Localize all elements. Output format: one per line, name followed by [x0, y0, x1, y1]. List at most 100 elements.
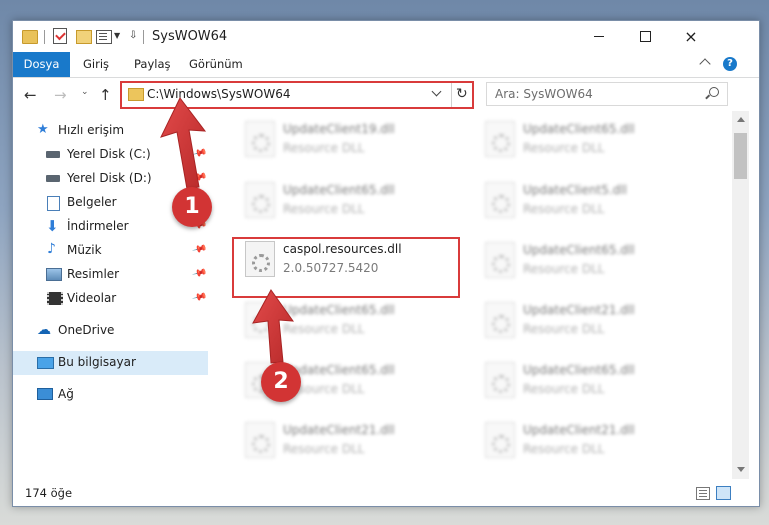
file-description: Resource DLL	[283, 202, 365, 216]
scroll-up-icon[interactable]	[737, 117, 745, 122]
dll-file-icon	[245, 302, 275, 338]
sidebar-item-label: OneDrive	[58, 323, 115, 337]
folder-icon	[22, 30, 38, 44]
chevron-down-icon[interactable]	[431, 86, 442, 97]
sidebar-item-label: Resimler	[67, 267, 120, 281]
file-description: Resource DLL	[283, 141, 365, 155]
dll-file-icon	[485, 121, 515, 157]
file-tile[interactable]: UpdateClient21.dll Resource DLL	[473, 414, 698, 466]
search-input[interactable]: Ara: SysWOW64	[486, 82, 728, 106]
tab-file[interactable]: Dosya	[13, 52, 70, 77]
tiles-view-icon[interactable]	[716, 486, 731, 500]
file-tile[interactable]: UpdateClient65.dll Resource DLL	[473, 234, 698, 286]
status-bar: 174 öğe	[13, 481, 759, 506]
pin-icon[interactable]: 📌	[191, 146, 207, 162]
properties-icon[interactable]	[53, 28, 67, 44]
tab-share[interactable]: Paylaş	[134, 52, 171, 77]
window-title: SysWOW64	[152, 29, 228, 44]
toolbar-divider	[143, 30, 144, 44]
sidebar-item-local-disk-d[interactable]: Yerel Disk (D:) 📌	[13, 167, 208, 191]
pin-icon[interactable]: 📌	[191, 170, 207, 186]
file-name: UpdateClient5.dll	[523, 183, 627, 197]
dll-file-icon	[245, 121, 275, 157]
toolbar-divider	[44, 30, 45, 44]
ribbon-tabs: Dosya Giriş Paylaş Görünüm ?	[13, 52, 759, 78]
sidebar-item-music[interactable]: ♪ Müzik 📌	[13, 239, 208, 263]
file-description: Resource DLL	[523, 262, 605, 276]
search-icon[interactable]	[709, 87, 719, 97]
sidebar-item-pictures[interactable]: Resimler 📌	[13, 263, 208, 287]
file-name: UpdateClient65.dll	[283, 183, 395, 197]
videos-icon	[47, 292, 63, 305]
file-name: UpdateClient19.dll	[283, 122, 395, 136]
dll-file-icon	[245, 422, 275, 458]
scroll-down-icon[interactable]	[737, 467, 745, 472]
pin-icon[interactable]: 📌	[191, 266, 207, 282]
file-tile[interactable]: UpdateClient65.dll Resource DLL	[233, 294, 458, 346]
file-tile[interactable]: UpdateClient5.dll Resource DLL	[473, 174, 698, 226]
file-tile[interactable]: UpdateClient21.dll Resource DLL	[233, 414, 458, 466]
address-divider	[451, 83, 452, 107]
documents-icon	[47, 196, 60, 211]
navigation-pane: ★ Hızlı erişim Yerel Disk (C:) 📌 Yerel D…	[13, 111, 208, 481]
chevron-down-icon[interactable]: ▼	[114, 31, 120, 40]
expand-ribbon-icon[interactable]	[699, 58, 711, 70]
sidebar-item-local-disk-c[interactable]: Yerel Disk (C:) 📌	[13, 143, 208, 167]
pin-icon[interactable]: 📌	[191, 290, 207, 306]
sidebar-item-onedrive[interactable]: ☁ OneDrive	[13, 319, 208, 343]
refresh-icon[interactable]: ↻	[456, 86, 468, 102]
cloud-icon: ☁	[37, 322, 51, 338]
sidebar-item-this-pc[interactable]: Bu bilgisayar	[13, 351, 208, 375]
drive-icon	[46, 151, 60, 158]
file-description: Resource DLL	[523, 322, 605, 336]
tab-home[interactable]: Giriş	[83, 52, 109, 77]
file-name: UpdateClient21.dll	[523, 303, 635, 317]
sidebar-item-label: Yerel Disk (D:)	[67, 171, 152, 185]
file-name: UpdateClient21.dll	[523, 423, 635, 437]
recent-locations-icon[interactable]: ⌄	[81, 87, 89, 97]
sidebar-item-label: Bu bilgisayar	[58, 355, 136, 369]
sidebar-item-quick-access[interactable]: ★ Hızlı erişim	[13, 119, 208, 143]
minimize-button[interactable]	[576, 21, 622, 52]
customize-toolbar-icon[interactable]: ⇩	[129, 30, 137, 41]
navigation-bar: ← → ⌄ ↑ C:\Windows\SysWOW64 ↻ Ara: SysWO…	[13, 78, 759, 111]
dll-file-icon	[485, 362, 515, 398]
help-icon[interactable]: ?	[723, 57, 737, 71]
view-options-icon[interactable]	[96, 30, 112, 44]
scrollbar-thumb[interactable]	[734, 133, 747, 179]
close-button[interactable]: ×	[668, 21, 714, 52]
file-name: UpdateClient65.dll	[523, 363, 635, 377]
new-folder-icon[interactable]	[76, 30, 92, 44]
item-count: 174 öğe	[25, 486, 73, 500]
file-name: UpdateClient65.dll	[523, 243, 635, 257]
dll-file-icon	[485, 182, 515, 218]
download-icon: ⬇	[46, 217, 59, 235]
up-arrow-icon[interactable]: ↑	[99, 86, 112, 104]
sidebar-item-label: Ağ	[58, 387, 74, 401]
star-icon: ★	[37, 122, 49, 137]
callout-badge-2: 2	[261, 362, 301, 402]
back-arrow-icon[interactable]: ←	[24, 86, 37, 104]
address-bar[interactable]: C:\Windows\SysWOW64 ↻	[120, 81, 474, 109]
tab-view[interactable]: Görünüm	[189, 52, 243, 77]
file-tile[interactable]: UpdateClient65.dll Resource DLL	[233, 174, 458, 226]
maximize-button[interactable]	[622, 21, 668, 52]
file-tile[interactable]: UpdateClient65.dll Resource DLL	[473, 354, 698, 406]
pin-icon[interactable]: 📌	[191, 242, 207, 258]
sidebar-item-network[interactable]: Ağ	[13, 383, 208, 407]
file-tile[interactable]: UpdateClient19.dll Resource DLL	[233, 113, 458, 165]
address-path[interactable]: C:\Windows\SysWOW64	[147, 87, 291, 101]
vertical-scrollbar[interactable]	[732, 111, 749, 479]
file-tile[interactable]: UpdateClient65.dll Resource DLL	[473, 113, 698, 165]
forward-arrow-icon[interactable]: →	[54, 86, 67, 104]
maximize-icon	[639, 30, 651, 42]
sidebar-item-videos[interactable]: Videolar 📌	[13, 287, 208, 311]
file-name: UpdateClient21.dll	[283, 423, 395, 437]
dll-file-icon	[485, 302, 515, 338]
details-view-icon[interactable]	[696, 487, 710, 500]
file-tile[interactable]: UpdateClient21.dll Resource DLL	[473, 294, 698, 346]
computer-icon	[37, 357, 54, 369]
search-placeholder: Ara: SysWOW64	[495, 87, 593, 101]
file-description: Resource DLL	[523, 442, 605, 456]
title-bar: ▼ ⇩ SysWOW64 ×	[13, 21, 759, 52]
